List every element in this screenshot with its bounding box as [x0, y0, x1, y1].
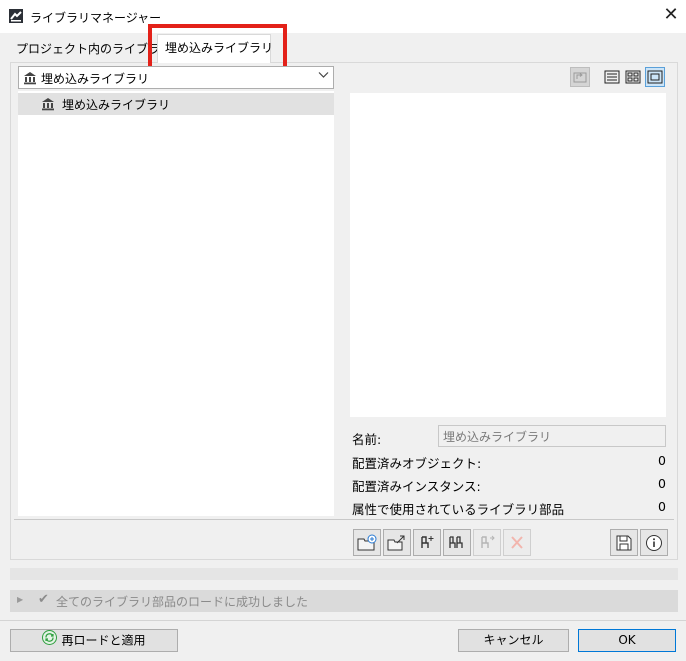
placed-objects-value: 0: [658, 453, 666, 468]
add-object-button[interactable]: [413, 529, 441, 556]
grid-view-button[interactable]: [623, 67, 643, 87]
chair-move-icon: [481, 535, 495, 548]
up-folder-button[interactable]: [570, 67, 590, 87]
tab-project-libraries[interactable]: プロジェクト内のライブラリ: [10, 38, 160, 62]
ok-button[interactable]: OK: [578, 629, 676, 652]
expand-arrow-icon[interactable]: ▶: [17, 595, 23, 604]
grid-view-icon: [625, 70, 641, 84]
chevron-down-icon: [318, 69, 329, 83]
list-view-icon: [604, 70, 620, 84]
library-tree: 埋め込みライブラリ: [18, 91, 334, 516]
tree-item[interactable]: 埋め込みライブラリ: [18, 93, 334, 115]
export-folder-button[interactable]: [383, 529, 411, 556]
delete-button[interactable]: [503, 529, 531, 556]
move-object-button[interactable]: [473, 529, 501, 556]
preview-area: [350, 93, 666, 417]
placed-instances-label: 配置済みインスタンス:: [352, 479, 481, 494]
chairs-icon: [449, 536, 463, 548]
placed-objects-label: 配置済みオブジェクト:: [352, 456, 482, 471]
divider: [14, 519, 674, 520]
library-building-icon: [41, 97, 55, 114]
save-button[interactable]: [610, 529, 638, 556]
delete-icon: [511, 536, 523, 549]
up-folder-icon: [573, 72, 587, 83]
tab-highlight-box: [148, 24, 287, 72]
reload-icon: [42, 630, 58, 652]
list-view-button[interactable]: [602, 67, 622, 87]
preview-view-button[interactable]: [645, 67, 665, 87]
save-icon: [616, 535, 632, 551]
info-button[interactable]: [640, 529, 668, 556]
reload-apply-button[interactable]: 再ロードと適用: [10, 629, 178, 652]
cancel-button[interactable]: キャンセル: [458, 629, 569, 652]
scroll-strip: [10, 568, 678, 580]
info-icon: [646, 535, 662, 551]
name-label: 名前:: [352, 432, 382, 447]
check-icon: ✔: [38, 592, 49, 607]
divider: [0, 620, 686, 621]
window-title: ライブラリマネージャー: [30, 11, 162, 25]
objects-button[interactable]: [443, 529, 471, 556]
tree-item-label: 埋め込みライブラリ: [62, 98, 171, 112]
attribute-parts-value: 0: [658, 499, 666, 514]
library-select-value: 埋め込みライブラリ: [41, 72, 150, 86]
title-bar: ライブラリマネージャー ✕: [0, 0, 686, 33]
attribute-parts-label: 属性で使用されているライブラリ部品: [352, 502, 565, 517]
new-folder-icon: [357, 534, 377, 551]
app-icon: [9, 9, 23, 23]
placed-instances-value: 0: [658, 476, 666, 491]
library-building-icon: [23, 71, 37, 88]
chair-add-icon: [421, 536, 434, 548]
status-text: 全てのライブラリ部品のロードに成功しました: [56, 595, 309, 609]
name-field: 埋め込みライブラリ: [438, 425, 666, 447]
reload-apply-label: 再ロードと適用: [61, 633, 146, 648]
library-select[interactable]: 埋め込みライブラリ: [18, 66, 334, 89]
new-folder-button[interactable]: [353, 529, 381, 556]
export-folder-icon: [387, 535, 405, 551]
close-icon[interactable]: ✕: [660, 4, 682, 26]
preview-view-icon: [647, 70, 663, 84]
status-bar: ▶ ✔ 全てのライブラリ部品のロードに成功しました: [10, 590, 678, 612]
